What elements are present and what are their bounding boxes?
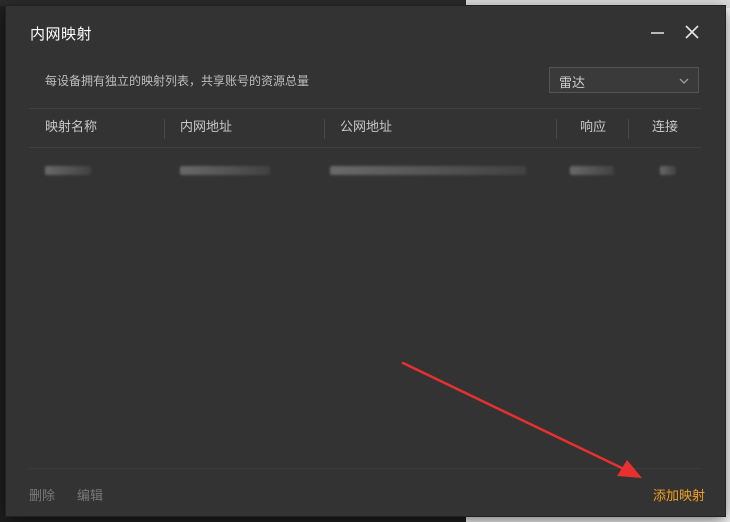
minimize-button[interactable]: [646, 20, 670, 44]
add-mapping-button[interactable]: 添加映射: [653, 485, 705, 504]
port-mapping-dialog: 内网映射 每设备拥有独立的映射列表，共享账号的资源总量 雷达 映射名称 内网地址…: [6, 6, 725, 516]
column-header-name: 映射名称: [45, 120, 98, 135]
column-header-response: 响应: [556, 109, 606, 147]
column-header-connection: 连接: [628, 109, 678, 147]
close-button[interactable]: [680, 20, 704, 44]
footer-divider: [29, 468, 701, 469]
minimize-icon: [651, 32, 664, 34]
column-header-public-address-label: 公网地址: [340, 120, 393, 135]
column-header-public-address: 公网地址: [324, 109, 392, 147]
table-row[interactable]: [29, 148, 701, 192]
device-select[interactable]: 雷达: [549, 67, 699, 93]
mapping-table-header: 映射名称 内网地址 公网地址 响应 连接: [29, 108, 701, 148]
column-header-response-label: 响应: [580, 120, 607, 135]
blurred-connection: [660, 166, 676, 175]
blurred-response: [570, 166, 614, 175]
close-icon: [685, 25, 699, 39]
dialog-description: 每设备拥有独立的映射列表，共享账号的资源总量: [45, 74, 310, 88]
blurred-internal-address: [180, 166, 270, 175]
dialog-title: 内网映射: [30, 25, 93, 43]
column-header-internal-address: 内网地址: [164, 109, 232, 147]
column-header-connection-label: 连接: [652, 120, 679, 135]
device-select-value: 雷达: [559, 76, 586, 91]
blurred-mapping-name: [45, 166, 91, 175]
column-header-internal-address-label: 内网地址: [180, 120, 233, 135]
chevron-down-icon: [679, 78, 689, 84]
delete-button[interactable]: 删除: [29, 485, 55, 504]
blurred-public-address: [330, 166, 526, 175]
edit-button[interactable]: 编辑: [77, 485, 103, 504]
